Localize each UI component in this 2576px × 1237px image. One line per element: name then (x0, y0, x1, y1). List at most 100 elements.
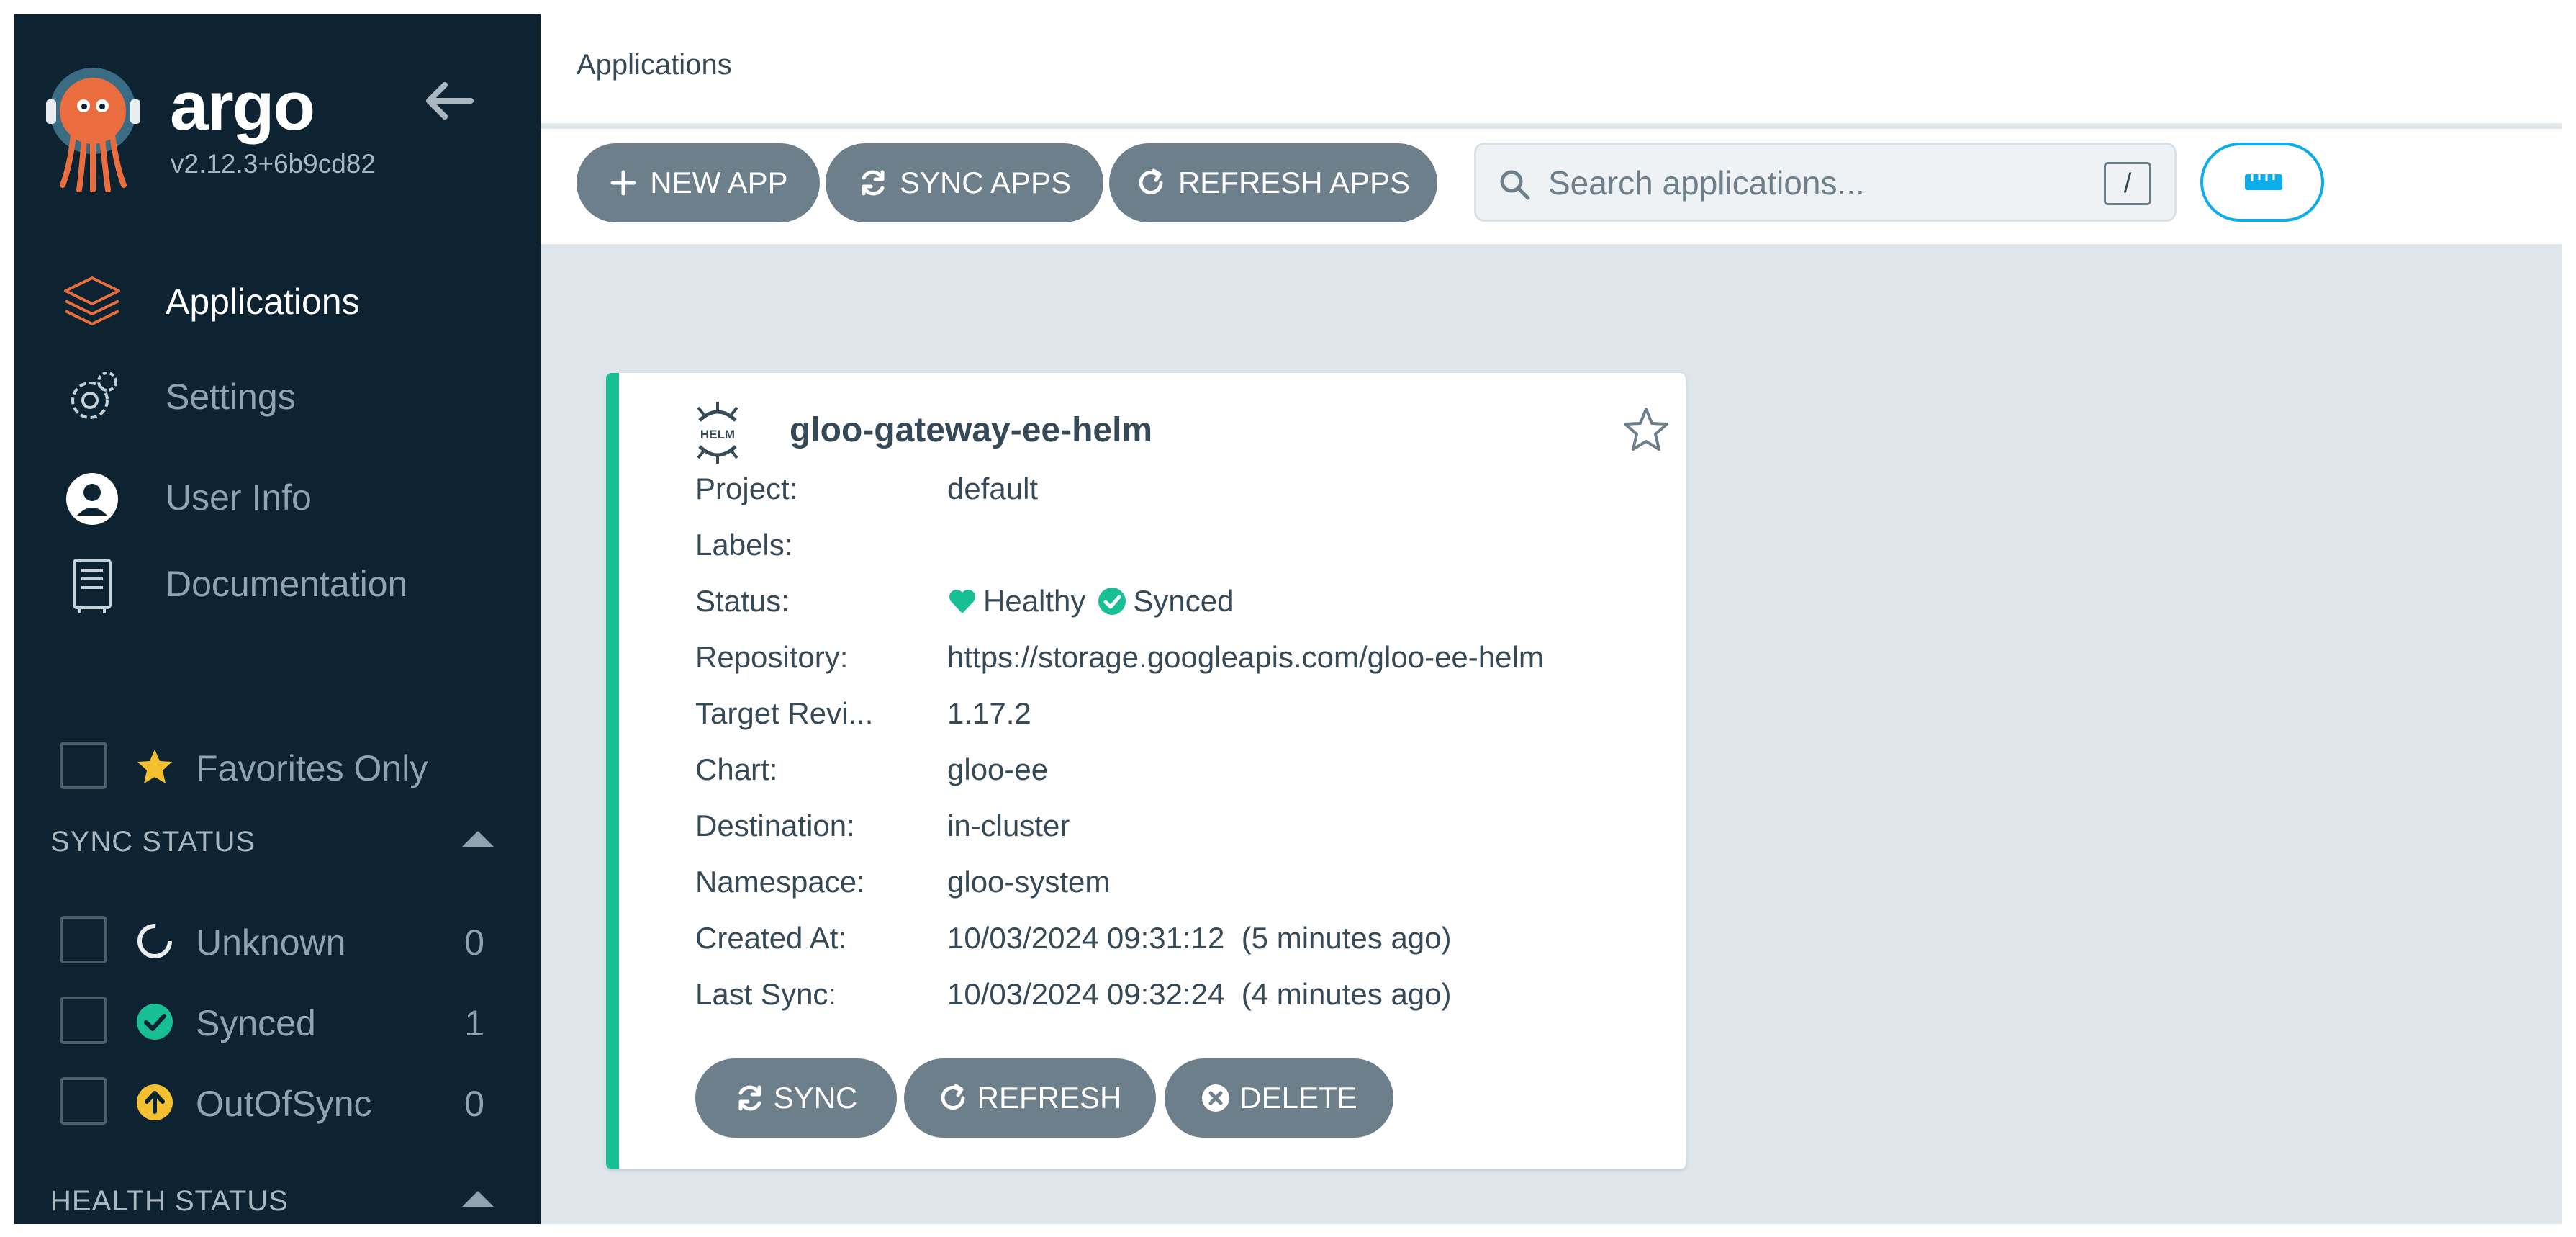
field-value: gloo-ee (947, 752, 1049, 786)
field-value: 1.17.2 (947, 696, 1031, 730)
field-key: Repository: (695, 640, 849, 674)
sync-status: Synced (1133, 584, 1234, 618)
field-value: gloo-system (947, 865, 1111, 899)
button-label: REFRESH (977, 1081, 1122, 1115)
field-repository: Repository: https://storage.googleapis.c… (695, 640, 1674, 683)
field-chart: Chart: gloo-ee (695, 752, 1674, 796)
app-frame: argo v2.12.3+6b9cd82 Applications Settin… (14, 14, 2562, 1224)
filter-count: 1 (464, 1003, 484, 1043)
health-status-header: HEALTH STATUS (50, 1185, 289, 1217)
sidebar: argo v2.12.3+6b9cd82 Applications Settin… (14, 14, 541, 1224)
application-card[interactable]: HELM gloo-gateway-ee-helm Project: defau… (606, 373, 1686, 1169)
nav-label: User Info (166, 477, 312, 518)
field-key: Namespace: (695, 865, 865, 899)
sync-icon (738, 1085, 761, 1111)
search-icon (1500, 170, 1530, 200)
field-status: Status: Healthy Synced (695, 584, 1674, 627)
favorites-checkbox[interactable] (60, 742, 107, 789)
refresh-apps-button[interactable]: REFRESH APPS (1109, 143, 1437, 222)
field-namespace: Namespace: gloo-system (695, 865, 1674, 908)
field-key: Destination: (695, 809, 855, 842)
sync-filter-synced[interactable]: Synced 1 (14, 989, 541, 1054)
field-value: https://storage.googleapis.com/gloo-ee-h… (947, 640, 1544, 674)
favorite-star-icon[interactable] (1621, 405, 1671, 455)
filter-checkbox[interactable] (60, 916, 107, 963)
field-key: Status: (695, 584, 790, 618)
argo-octopus-logo (46, 68, 140, 192)
view-toggle-button[interactable] (2200, 143, 2324, 222)
user-icon (66, 473, 118, 525)
filter-label: Synced (196, 1003, 316, 1043)
toolbar: NEW APP SYNC APPS REFRESH APPS / (541, 129, 2562, 244)
field-created-at: Created At: 10/03/2024 09:31:12 (5 minut… (695, 921, 1674, 964)
sync-filter-outofsync[interactable]: OutOfSync 0 (14, 1070, 541, 1135)
field-value: in-cluster (947, 809, 1070, 842)
app-title[interactable]: gloo-gateway-ee-helm (790, 410, 1152, 450)
collapse-sync-status-icon[interactable] (462, 831, 494, 847)
field-key: Last Sync: (695, 977, 837, 1011)
collapse-health-status-icon[interactable] (462, 1191, 494, 1207)
sync-apps-button[interactable]: SYNC APPS (826, 143, 1103, 222)
filter-label: Unknown (196, 922, 346, 963)
filter-count: 0 (464, 922, 484, 963)
layers-icon (64, 276, 120, 325)
nav-item-settings[interactable]: Settings (14, 353, 541, 432)
sync-filter-unknown[interactable]: Unknown 0 (14, 909, 541, 973)
plus-icon (610, 170, 636, 196)
document-icon (73, 559, 112, 613)
button-label: DELETE (1239, 1081, 1357, 1115)
version-label: v2.12.3+6b9cd82 (171, 149, 376, 179)
new-app-button[interactable]: NEW APP (577, 143, 820, 222)
sync-icon (862, 170, 885, 196)
nav-item-applications[interactable]: Applications (14, 258, 541, 337)
nav-label: Applications (166, 282, 360, 322)
synced-check-icon (1098, 588, 1126, 615)
synced-check-icon (137, 1004, 173, 1040)
field-target-revision: Target Revi... 1.17.2 (695, 696, 1674, 739)
ruler-icon (2245, 174, 2282, 190)
status-value: Healthy Synced (947, 584, 1234, 618)
field-key: Project: (695, 472, 798, 505)
heart-icon (949, 590, 975, 613)
favorites-filter[interactable]: Favorites Only (14, 734, 541, 799)
sync-button[interactable]: SYNC (695, 1058, 897, 1138)
search-box[interactable]: / (1474, 143, 2177, 222)
breadcrumb: Applications (577, 49, 732, 81)
field-key: Target Revi... (695, 696, 874, 730)
star-icon (137, 750, 172, 783)
filter-checkbox[interactable] (60, 997, 107, 1044)
nav-label: Documentation (166, 564, 408, 604)
brand-name: argo (170, 68, 315, 145)
nav-item-documentation[interactable]: Documentation (14, 540, 541, 619)
helm-icon: HELM (697, 402, 738, 464)
button-label: SYNC APPS (899, 166, 1072, 199)
button-label: REFRESH APPS (1178, 166, 1411, 199)
gear-icon (71, 372, 117, 419)
nav-label: Settings (166, 377, 296, 417)
button-label: SYNC (773, 1081, 858, 1115)
field-value: 10/03/2024 09:32:24 (4 minutes ago) (947, 977, 1452, 1011)
filter-label: OutOfSync (196, 1084, 372, 1124)
field-key: Created At: (695, 921, 847, 955)
collapse-sidebar-icon[interactable] (423, 79, 474, 122)
refresh-icon (941, 1084, 965, 1110)
field-key: Chart: (695, 752, 778, 786)
top-bar: Applications (541, 14, 2562, 126)
health-status: Healthy (983, 584, 1086, 618)
favorites-label: Favorites Only (196, 748, 428, 788)
refresh-button[interactable]: REFRESH (904, 1058, 1156, 1138)
delete-button[interactable]: DELETE (1165, 1058, 1393, 1138)
field-key: Labels: (695, 528, 793, 562)
button-label: NEW APP (650, 166, 788, 199)
nav-item-user-info[interactable]: User Info (14, 454, 541, 533)
field-value: 10/03/2024 09:31:12 (5 minutes ago) (947, 921, 1452, 955)
filter-checkbox[interactable] (60, 1077, 107, 1125)
out-of-sync-arrow-icon (137, 1084, 173, 1120)
field-labels: Labels: (695, 528, 1674, 571)
helm-icon-text: HELM (700, 428, 735, 441)
field-destination: Destination: in-cluster (695, 809, 1674, 852)
search-input[interactable] (1548, 159, 2095, 207)
search-shortcut-hint: / (2104, 162, 2151, 205)
refresh-icon (1139, 168, 1163, 194)
sync-status-header: SYNC STATUS (50, 826, 256, 858)
